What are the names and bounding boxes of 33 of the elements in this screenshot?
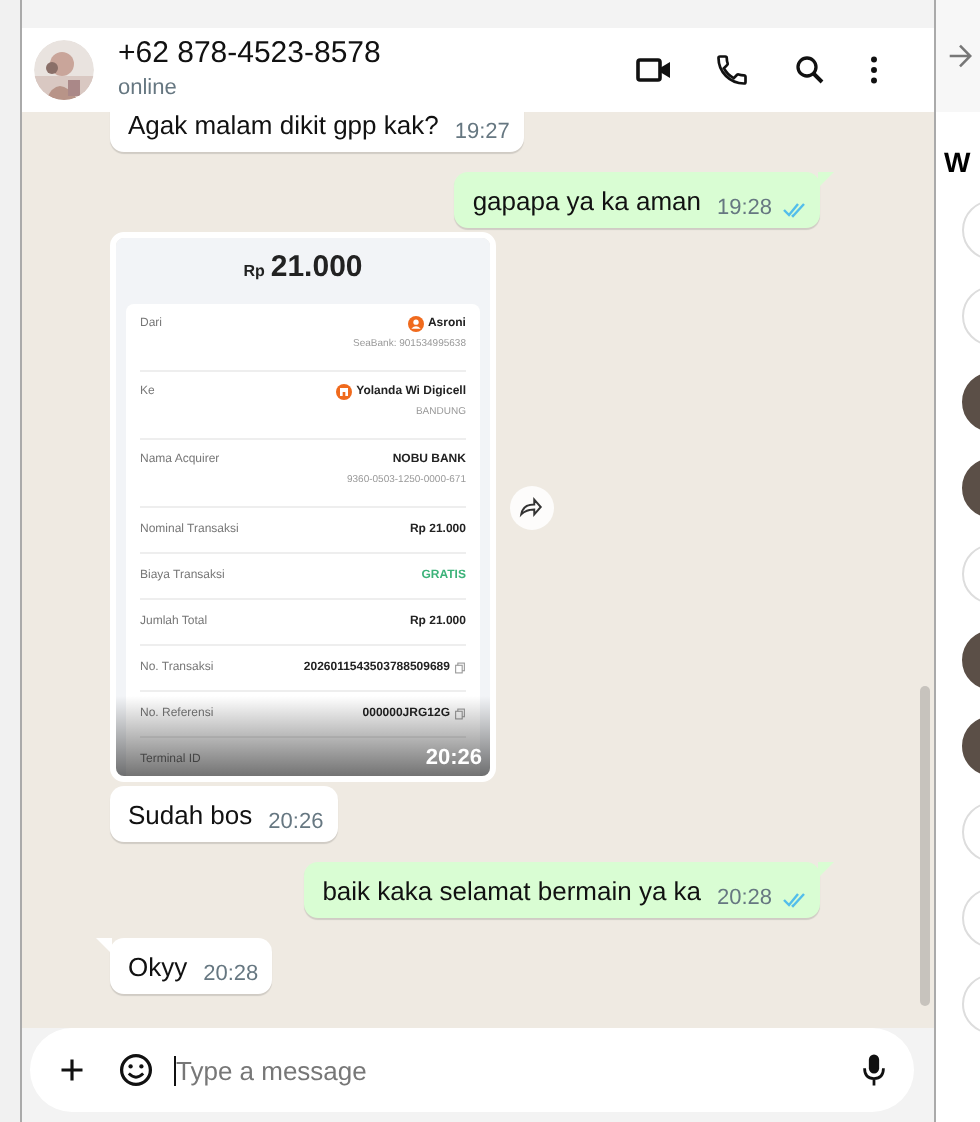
text-input[interactable]: Type a message (173, 1055, 831, 1085)
message-text: gapapa ya ka aman (472, 184, 702, 220)
video-call-icon[interactable] (636, 52, 673, 88)
message-time: 20:26 (425, 746, 482, 770)
message-text: Okyy (127, 950, 188, 986)
phone-icon[interactable] (714, 52, 751, 88)
menu-icon[interactable] (870, 56, 879, 84)
copy-icon (453, 708, 466, 720)
person-icon (407, 316, 424, 332)
message-field[interactable]: Type a message (29, 1028, 915, 1112)
panel-heading: W (944, 144, 973, 180)
search-icon[interactable] (792, 52, 829, 88)
store-icon (336, 384, 353, 400)
sticker-icon[interactable] (117, 1052, 154, 1088)
amount-label: 21.000 (270, 250, 363, 284)
microphone-icon[interactable] (862, 1052, 887, 1088)
contact-name: +62 878-4523-8578 (117, 36, 383, 72)
message-time: 19:28 (717, 196, 773, 222)
message-time: 20:26 (268, 810, 324, 836)
forward-icon (518, 496, 545, 518)
message-time: 20:28 (717, 886, 773, 912)
message-time: 20:28 (203, 962, 259, 988)
contact-status: online (117, 74, 179, 104)
message-text: Sudah bos (127, 798, 253, 834)
message-text: baik kaka selamat bermain ya ka (322, 874, 702, 910)
arrow-icon[interactable] (948, 44, 973, 68)
plus-icon[interactable] (57, 1056, 86, 1084)
forward-button[interactable] (509, 485, 554, 529)
scrollbar[interactable] (920, 686, 931, 1006)
currency-label: Rp (243, 262, 265, 280)
message-text: Agak malam dikit gpp kak? (127, 112, 439, 144)
copy-icon (453, 662, 466, 674)
message-time: 19:27 (454, 120, 510, 146)
